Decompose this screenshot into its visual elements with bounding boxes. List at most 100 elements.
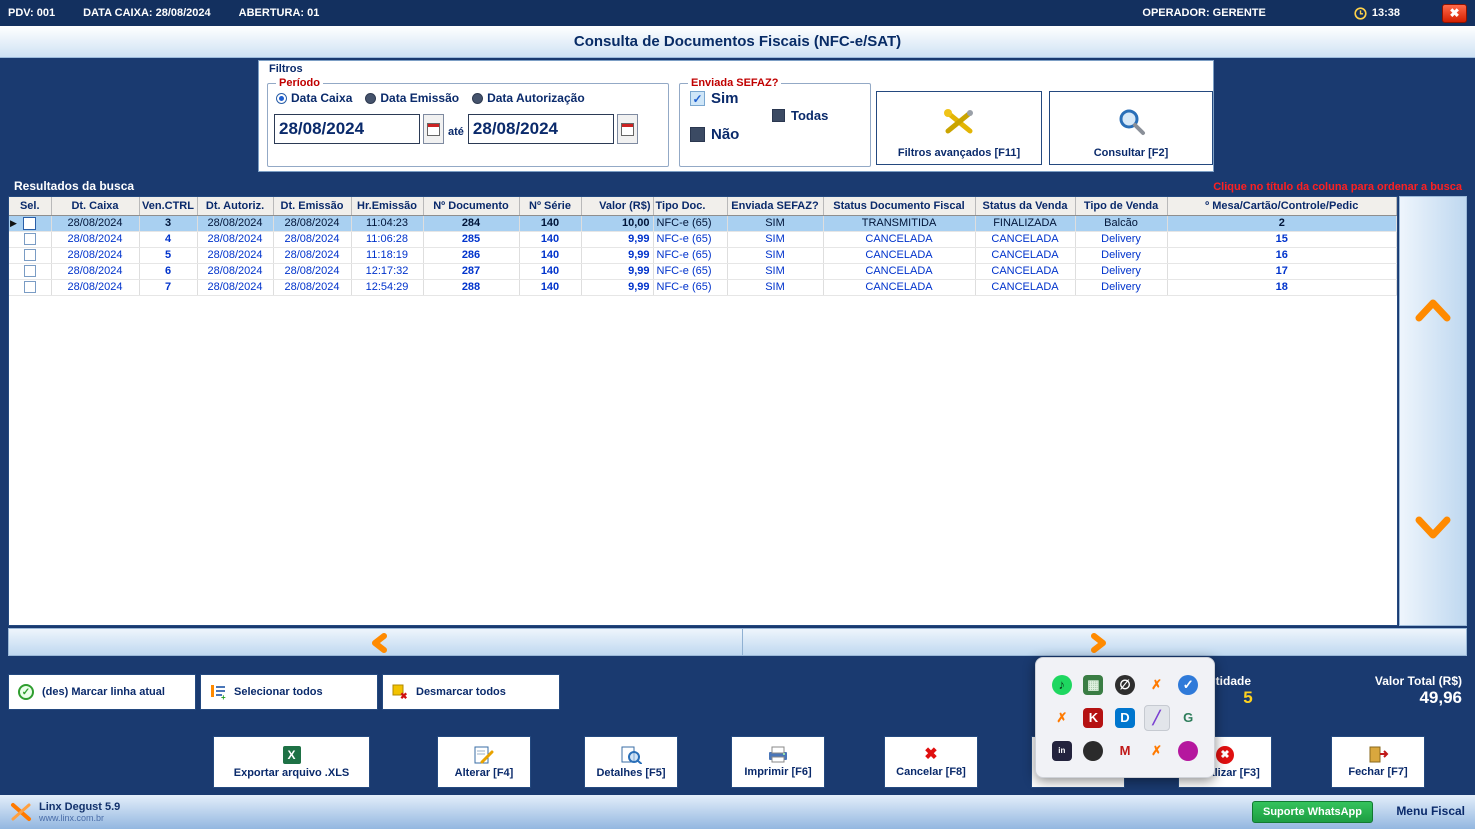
radio-option-data-autorizacao[interactable]: Data Autorização [472,91,585,105]
total-label: Valor Total (R$) [1375,674,1462,688]
column-header-tipo_venda[interactable]: Tipo de Venda [1075,197,1167,215]
circle-slash-icon[interactable]: ∅ [1112,672,1138,698]
column-header-n_documento[interactable]: Nº Documento [423,197,519,215]
date-from-input[interactable] [274,114,420,144]
scrollbar-divider [742,629,743,655]
table-row[interactable]: ▶28/08/2024328/08/202428/08/202411:04:23… [9,215,1397,231]
row-checkbox[interactable] [24,249,36,261]
row-checkbox[interactable] [23,217,36,230]
menu-fiscal-link[interactable]: Menu Fiscal [1396,804,1465,818]
details-button[interactable]: Detalhes [F5] [584,736,678,788]
checkbox-option-sim[interactable]: ✓Sim [690,90,739,107]
scroll-left-icon[interactable] [367,632,391,654]
table-row[interactable]: 28/08/2024728/08/202428/08/202412:54:292… [9,279,1397,295]
row-checkbox[interactable] [24,281,36,293]
date-from-calendar-button[interactable] [423,114,444,144]
cell-dt_emissao: 28/08/2024 [273,263,351,279]
column-header-enviada_sefaz[interactable]: Enviada SEFAZ? [727,197,823,215]
advanced-filters-button[interactable]: Filtros avançados [F11] [876,91,1042,165]
select-all-icon: + [210,684,226,700]
dell-icon-glyph: D [1115,708,1135,728]
cash-date-label: DATA CAIXA: 28/08/2024 [83,7,211,19]
date-to-calendar-button[interactable] [617,114,638,144]
table-row[interactable]: 28/08/2024628/08/202428/08/202412:17:322… [9,263,1397,279]
date-to-input[interactable] [468,114,614,144]
cell-n_serie: 140 [519,231,581,247]
column-header-dt_emissao[interactable]: Dt. Emissão [273,197,351,215]
k-app-icon[interactable]: K [1080,705,1106,731]
toggle-current-row-label: (des) Marcar linha atual [42,686,165,698]
whatsapp-support-button[interactable]: Suporte WhatsApp [1252,801,1373,823]
shield-check-icon-glyph: ✓ [1178,675,1198,695]
column-header-dt_caixa[interactable]: Dt. Caixa [51,197,139,215]
deselect-all-button[interactable]: ✖ Desmarcar todos [382,674,560,710]
shield-check-icon[interactable]: ✓ [1175,672,1201,698]
g-app-icon[interactable]: G [1175,705,1201,731]
cell-tipo_venda: Delivery [1075,263,1167,279]
row-checkbox[interactable] [24,265,36,277]
toggle-current-row-button[interactable]: ✓ (des) Marcar linha atual [8,674,196,710]
radio-selected-icon [276,93,287,104]
m-app-icon[interactable]: M [1112,738,1138,764]
spotify-icon[interactable]: ♪ [1049,672,1075,698]
horizontal-scrollbar[interactable] [8,628,1467,656]
vertical-scrollbar[interactable] [1399,196,1467,626]
close-window-button[interactable]: ✖ [1442,4,1467,23]
column-header-hr_emissao[interactable]: Hr.Emissão [351,197,423,215]
scroll-up-icon[interactable] [1413,297,1453,323]
row-select-cell[interactable] [9,231,51,247]
scroll-right-icon[interactable] [1087,632,1111,654]
column-header-mesa[interactable]: º Mesa/Cartão/Controle/Pedic [1167,197,1397,215]
row-select-cell[interactable] [9,263,51,279]
row-select-cell[interactable] [9,247,51,263]
checkbox-option-nao[interactable]: Não [690,126,739,143]
linx-tray-icon[interactable]: ✗ [1144,738,1170,764]
green-app-icon[interactable]: ▦ [1080,672,1106,698]
pink-app-icon[interactable] [1175,738,1201,764]
alter-button[interactable]: Alterar [F4] [437,736,531,788]
cell-tipo_doc: NFC-e (65) [653,263,727,279]
cell-status_venda: CANCELADA [975,247,1075,263]
cell-tipo_doc: NFC-e (65) [653,215,727,231]
column-header-tipo_doc[interactable]: Tipo Doc. [653,197,727,215]
column-header-status_doc_fiscal[interactable]: Status Documento Fiscal [823,197,975,215]
edit-icon [474,746,494,764]
column-header-sel[interactable]: Sel. [9,197,51,215]
dark-circle-icon[interactable] [1080,738,1106,764]
column-header-status_venda[interactable]: Status da Venda [975,197,1075,215]
column-header-n_serie[interactable]: Nº Série [519,197,581,215]
cell-dt_autoriz: 28/08/2024 [197,231,273,247]
magnifier-icon [1115,97,1147,147]
table-row[interactable]: 28/08/2024528/08/202428/08/202411:18:192… [9,247,1397,263]
consult-button[interactable]: Consultar [F2] [1049,91,1213,165]
opening-label: ABERTURA: 01 [239,7,320,19]
checkbox-option-todas[interactable]: Todas [772,108,828,123]
cancel-button[interactable]: ✖ Cancelar [F8] [884,736,978,788]
cell-mesa: 2 [1167,215,1397,231]
column-header-valor[interactable]: Valor (R$) [581,197,653,215]
row-select-cell[interactable]: ▶ [9,215,51,231]
excel-icon: X [283,746,301,764]
row-select-cell[interactable] [9,279,51,295]
operator-label: OPERADOR: GERENTE [1142,7,1265,19]
column-header-dt_autoriz[interactable]: Dt. Autoriz. [197,197,273,215]
export-xls-button[interactable]: X Exportar arquivo .XLS [213,736,370,788]
sefaz-options: ✓Sim Não Todas [680,84,870,166]
cell-ven_ctrl: 6 [139,263,197,279]
close-screen-button[interactable]: Fechar [F7] [1331,736,1425,788]
cell-dt_emissao: 28/08/2024 [273,279,351,295]
row-checkbox[interactable] [24,233,36,245]
column-header-ven_ctrl[interactable]: Ven.CTRL [139,197,197,215]
linx-tray-icon[interactable]: ✗ [1049,705,1075,731]
table-row[interactable]: 28/08/2024428/08/202428/08/202411:06:282… [9,231,1397,247]
radio-option-data-caixa[interactable]: Data Caixa [276,91,352,105]
select-all-button[interactable]: + Selecionar todos [200,674,378,710]
int-app-icon[interactable]: in [1049,738,1075,764]
dell-icon[interactable]: D [1112,705,1138,731]
radio-option-data-emissao[interactable]: Data Emissão [365,91,459,105]
cell-enviada_sefaz: SIM [727,279,823,295]
pen-icon[interactable]: ╱ [1144,705,1170,731]
linx-tray-icon[interactable]: ✗ [1144,672,1170,698]
scroll-down-icon[interactable] [1413,515,1453,541]
print-button[interactable]: Imprimir [F6] [731,736,825,788]
